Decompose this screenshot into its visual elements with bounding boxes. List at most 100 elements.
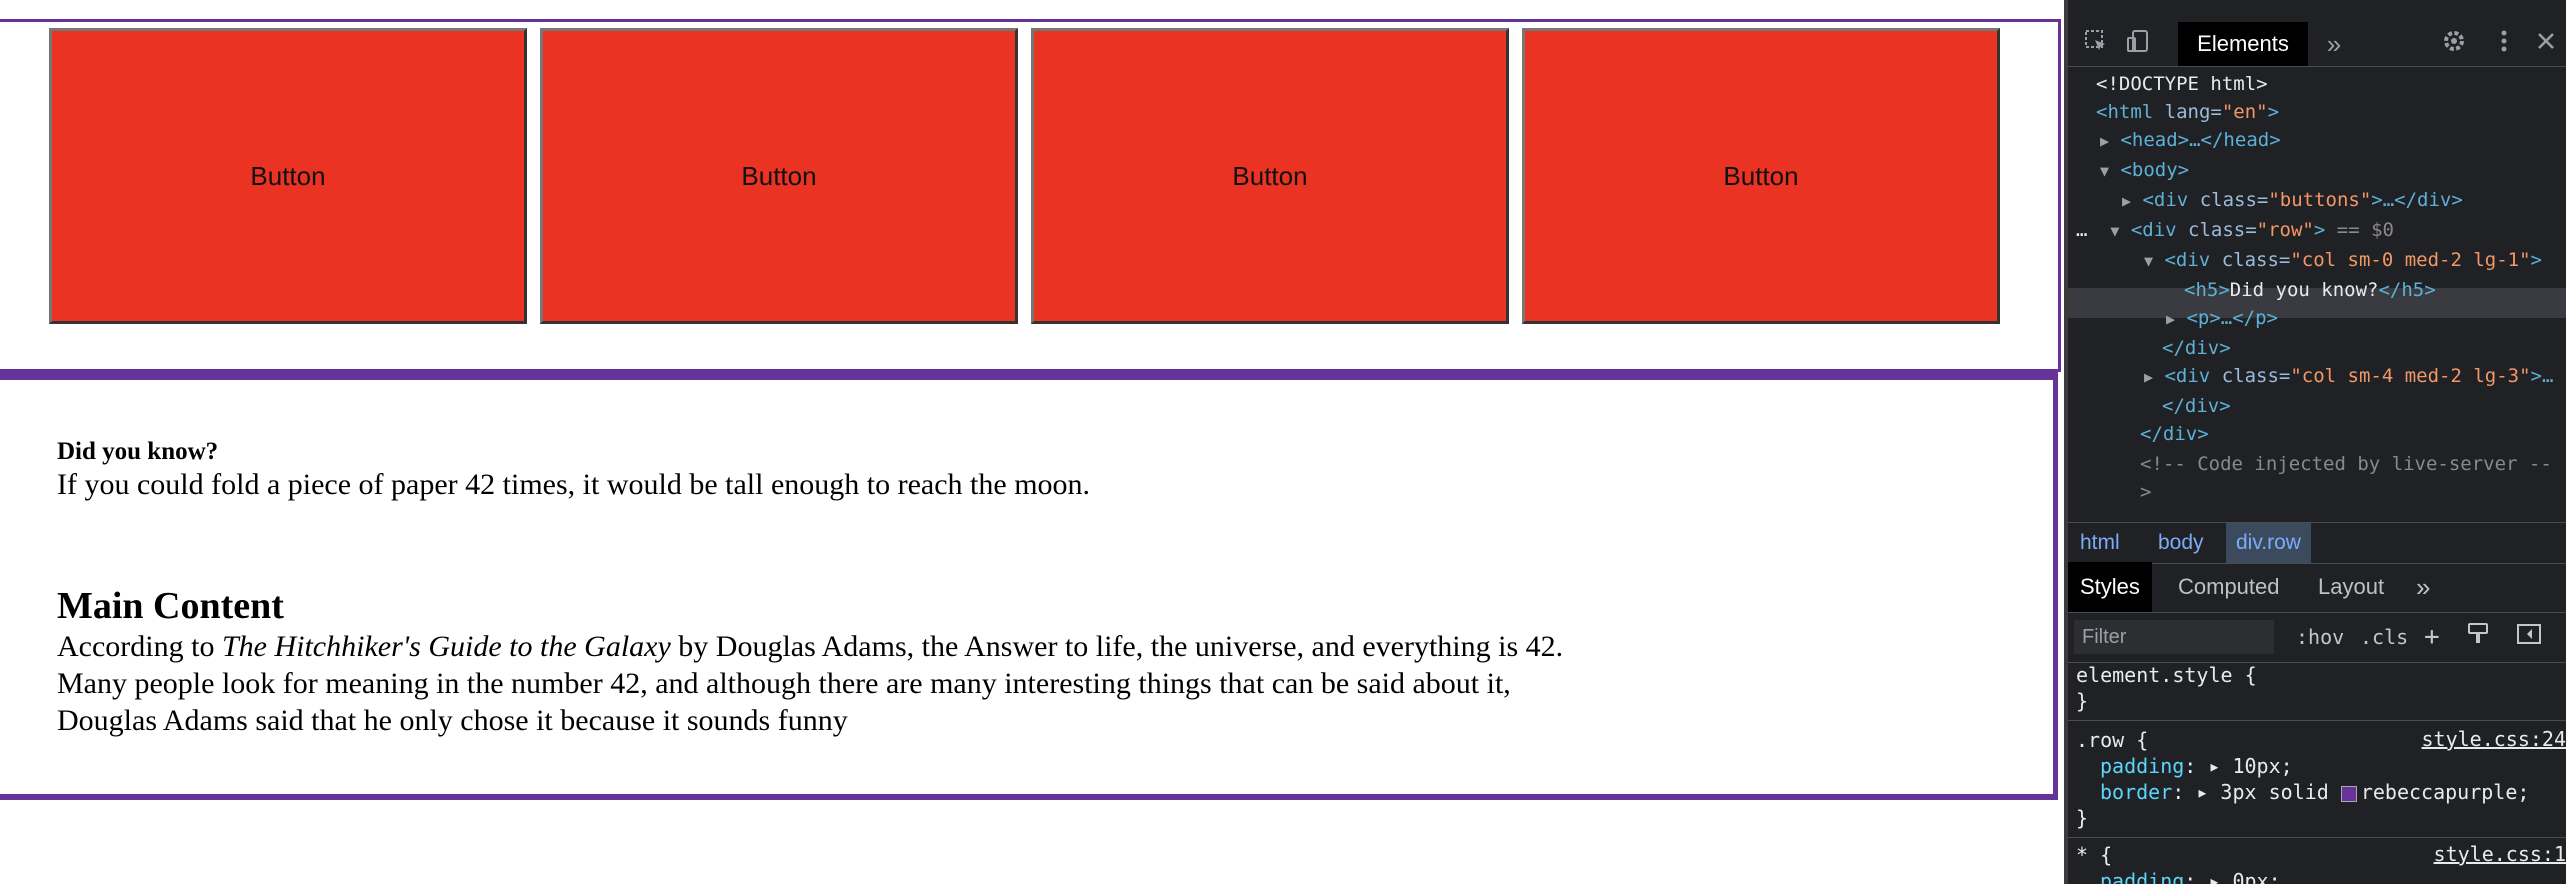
devtools-tab-bar: Elements »: [2068, 22, 2566, 67]
div-close: </div>: [2140, 423, 2209, 445]
cls-button[interactable]: .cls: [2360, 620, 2408, 654]
more-tabs-icon[interactable]: »: [2318, 28, 2350, 60]
row-rule-selector[interactable]: .row {: [2076, 727, 2148, 753]
star-rule-selector[interactable]: * {: [2076, 842, 2112, 868]
button-2[interactable]: Button: [540, 28, 1018, 324]
tab-elements[interactable]: Elements: [2178, 22, 2308, 66]
rule-separator: [2068, 837, 2566, 838]
gear-icon[interactable]: [2438, 28, 2470, 60]
tree-div-close-1[interactable]: </div>: [2162, 336, 2231, 360]
expand-triangle-icon[interactable]: ▶: [2144, 368, 2153, 386]
close-brace: }: [2076, 806, 2089, 830]
paint-brush-icon[interactable]: [2466, 620, 2490, 654]
padding-property: padding: [2100, 869, 2185, 884]
tree-div-col2[interactable]: ▶ <div class="col sm-4 med-2 lg-3">…: [2144, 364, 2553, 389]
tree-head[interactable]: ▶ <head>…</head>: [2100, 128, 2281, 153]
div-close: >…</div>: [2371, 189, 2463, 211]
padding-value: : ▸ 10px;: [2184, 754, 2293, 778]
html-attr-value: "en": [2221, 101, 2268, 123]
class-value: "row": [2256, 219, 2314, 241]
did-you-know-heading: Did you know?: [57, 438, 219, 465]
html-attr: lang=: [2153, 101, 2222, 123]
tab-computed[interactable]: Computed: [2178, 562, 2280, 612]
border-declaration[interactable]: border: ▸ 3px solid rebeccapurple;: [2100, 779, 2529, 805]
class-attr: class=: [2210, 249, 2291, 271]
div-tag: <div: [2164, 365, 2211, 387]
inspect-element-icon[interactable]: [2080, 28, 2112, 60]
tree-body[interactable]: ▼ <body>: [2100, 158, 2189, 183]
tree-doctype[interactable]: <!DOCTYPE html>: [2096, 72, 2268, 96]
expand-triangle-icon[interactable]: ▶: [2166, 310, 2175, 328]
star-rule-source-link[interactable]: style.css:1: [2434, 842, 2566, 866]
breadcrumb-html[interactable]: html: [2070, 523, 2130, 563]
p-tag: <p>…</p>: [2186, 307, 2278, 329]
more-styles-tabs-icon[interactable]: »: [2416, 562, 2430, 612]
class-attr: class=: [2176, 219, 2257, 241]
padding-property: padding: [2100, 754, 2185, 778]
button-4[interactable]: Button: [1522, 28, 2000, 324]
div-close: </div>: [2162, 337, 2231, 359]
collapse-triangle-icon[interactable]: ▼: [2144, 252, 2153, 270]
color-swatch[interactable]: [2340, 785, 2357, 802]
selected-marker: == $0: [2325, 219, 2394, 241]
collapse-triangle-icon[interactable]: ▼: [2100, 162, 2109, 180]
expand-triangle-icon[interactable]: ▶: [2100, 132, 2109, 150]
dom-tree: <!DOCTYPE html> <html lang="en"> ▶ <head…: [2068, 70, 2566, 520]
tree-comment[interactable]: <!-- Code injected by live-server --: [2140, 452, 2552, 476]
tree-div-close-3[interactable]: </div>: [2140, 422, 2209, 446]
tab-styles[interactable]: Styles: [2068, 562, 2152, 612]
class-attr: class=: [2188, 189, 2269, 211]
tree-h5[interactable]: <h5>Did you know?</h5>: [2184, 278, 2436, 302]
tree-div-buttons[interactable]: ▶ <div class="buttons">…</div>: [2122, 188, 2463, 213]
tree-div-row[interactable]: … ▼ <div class="row"> == $0: [2076, 218, 2394, 243]
tab-layout[interactable]: Layout: [2318, 562, 2384, 612]
device-toolbar-icon[interactable]: [2122, 28, 2154, 60]
hov-button[interactable]: :hov: [2296, 620, 2344, 654]
h5-close-tag: </h5>: [2378, 279, 2436, 301]
border-color-value: rebeccapurple;: [2360, 780, 2530, 804]
tree-div-col1[interactable]: ▼ <div class="col sm-0 med-2 lg-1">: [2144, 248, 2542, 273]
tag-end: >: [2530, 249, 2542, 271]
button-3[interactable]: Button: [1031, 28, 1509, 324]
node-dots: …: [2076, 219, 2088, 241]
element-style-rule[interactable]: element.style {: [2076, 662, 2257, 688]
web-page: Button Button Button Button Did you know…: [0, 0, 2064, 884]
close-brace: }: [2076, 689, 2089, 713]
breadcrumb-div-row[interactable]: div.row: [2226, 523, 2311, 563]
expand-triangle-icon[interactable]: ▶: [2122, 192, 2131, 210]
tree-p[interactable]: ▶ <p>…</p>: [2166, 306, 2278, 331]
tree-div-close-2[interactable]: </div>: [2162, 394, 2231, 418]
class-value: "col sm-0 med-2 lg-1": [2290, 249, 2531, 271]
doctype-text: <!DOCTYPE html>: [2096, 73, 2268, 95]
h5-open-tag: <h5>: [2184, 279, 2230, 301]
breadcrumb: html body div.row: [2068, 522, 2566, 564]
button-1[interactable]: Button: [49, 28, 527, 324]
toggle-sidebar-icon[interactable]: [2516, 620, 2542, 654]
main-content-paragraph: According to The Hitchhiker's Guide to t…: [57, 628, 1597, 739]
comment-end: >: [2140, 481, 2152, 503]
breadcrumb-body[interactable]: body: [2148, 523, 2214, 563]
row-rule-close: }: [2076, 805, 2088, 831]
kebab-menu-icon[interactable]: [2488, 28, 2520, 60]
comment-text: <!-- Code injected by live-server --: [2140, 453, 2552, 475]
h5-text: Did you know?: [2229, 279, 2379, 301]
styles-tab-bar: Styles Computed Layout »: [2068, 562, 2566, 613]
star-padding-declaration[interactable]: padding: ▸ 0px;: [2100, 868, 2281, 884]
div-tag: <div: [2164, 249, 2211, 271]
div-tag: <div: [2142, 189, 2189, 211]
rule-separator: [2068, 720, 2566, 721]
tree-html[interactable]: <html lang="en">: [2096, 100, 2279, 124]
tag-end: >…: [2530, 365, 2554, 387]
tree-comment-end[interactable]: >: [2140, 480, 2151, 504]
add-rule-button[interactable]: +: [2424, 620, 2440, 654]
row-rule-source-link[interactable]: style.css:24: [2422, 727, 2566, 751]
filter-input[interactable]: Filter: [2074, 620, 2274, 654]
main-content-heading: Main Content: [57, 585, 284, 627]
class-value: "buttons": [2268, 189, 2372, 211]
tag-end: >: [2313, 219, 2326, 241]
collapse-triangle-icon[interactable]: ▼: [2110, 222, 2119, 240]
close-icon[interactable]: [2530, 28, 2562, 60]
padding-declaration[interactable]: padding: ▸ 10px;: [2100, 753, 2293, 779]
border-property: border: [2100, 780, 2173, 804]
element-style-selector: element.style {: [2076, 663, 2257, 687]
